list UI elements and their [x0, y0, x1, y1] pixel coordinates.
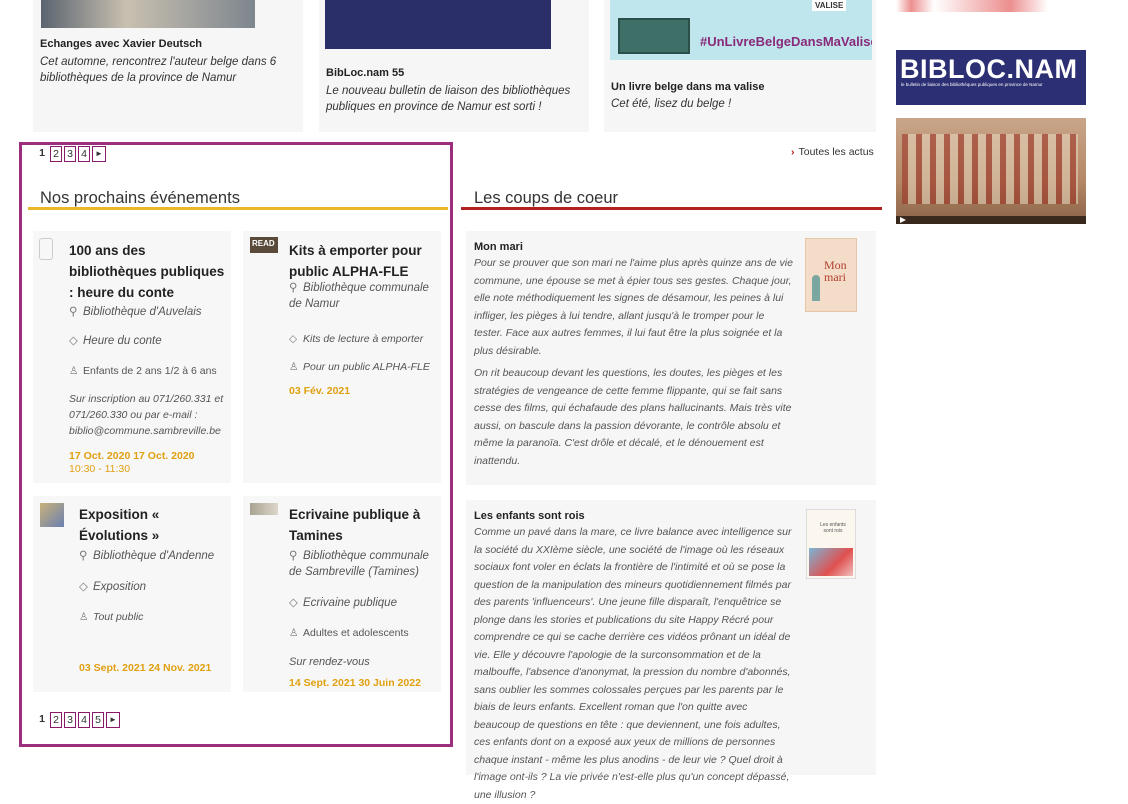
books-section-title: Les coups de coeur [474, 189, 619, 207]
event-thumbnail[interactable]: READ [250, 237, 278, 253]
map-pin-icon: ⚲ [69, 306, 78, 318]
event-placeholder-icon [39, 238, 53, 260]
news-image[interactable]: VALISE #UnLivreBelgeDansMaValise [610, 0, 872, 60]
book-cover-image [809, 548, 853, 576]
sidebar-logo-partial[interactable] [896, 0, 1086, 14]
event-note: Sur inscription au 071/260.331 et 071/26… [69, 393, 224, 437]
event-location: ⚲ Bibliothèque communale de Sambreville (… [289, 550, 429, 578]
event-title[interactable]: Ecrivaine publique à Tamines [289, 504, 439, 546]
event-category: ◇ Ecrivaine publique [289, 597, 397, 609]
map-pin-icon: ⚲ [79, 550, 88, 562]
user-icon: ♙ [79, 611, 89, 623]
news-image[interactable] [41, 0, 255, 28]
event-time: 10:30 - 11:30 [69, 463, 131, 475]
page-link-1[interactable]: 1 [36, 712, 48, 728]
event-card[interactable]: Exposition « Évolutions » ⚲ Bibliothèque … [33, 496, 231, 692]
book-cover-title: Les enfants sont rois [820, 522, 846, 534]
event-title[interactable]: 100 ans des bibliothèques publiques : he… [69, 240, 229, 303]
page-link-3[interactable]: 3 [64, 712, 76, 728]
tag-icon: ◇ [79, 581, 88, 593]
thumbnail-text: READ [252, 239, 275, 248]
event-card[interactable]: Ecrivaine publique à Tamines ⚲ Bibliothèq… [243, 496, 441, 692]
event-card[interactable]: 100 ans des bibliothèques publiques : he… [33, 231, 231, 483]
book-cover-title: Mon mari [824, 258, 847, 284]
news-title[interactable]: Un livre belge dans ma valise [611, 81, 764, 93]
news-title[interactable]: BibLoc.nam 55 [326, 67, 404, 79]
map-pin-icon: ⚲ [289, 550, 298, 562]
book-summary: On rit beaucoup devant les questions, le… [474, 367, 792, 467]
map-pin-icon: ⚲ [289, 282, 298, 294]
all-news-label: Toutes les actus [798, 146, 874, 158]
event-date: 17 Oct. 2020 17 Oct. 2020 [69, 450, 195, 462]
events-pagination: 1 2 3 4 5 ► [36, 712, 120, 728]
news-title[interactable]: Echanges avec Xavier Deutsch [40, 38, 202, 50]
banner-tag: VALISE [812, 0, 847, 11]
news-description: Cet automne, rencontrez l'auteur belge d… [40, 56, 277, 84]
user-icon: ♙ [289, 627, 299, 639]
banner-text: #UnLivreBelgeDansMaValise [700, 34, 872, 49]
news-card-bibloc[interactable]: BibLoc.nam 55 Le nouveau bulletin de lia… [319, 0, 589, 132]
bibloc-banner-subtitle: le bulletin de liaison des bibliothèques… [901, 82, 1043, 87]
event-note: Sur rendez-vous [289, 656, 370, 668]
page-link-2[interactable]: 2 [50, 712, 62, 728]
event-category: ◇ Heure du conte [69, 335, 162, 347]
page-link-4[interactable]: 4 [78, 712, 90, 728]
bibloc-banner-title: BIBLOC.NAM [900, 54, 1078, 84]
book-card[interactable]: Mon mari Pour se prouver que son mari ne… [466, 231, 876, 485]
tag-icon: ◇ [289, 333, 298, 345]
events-section-rule [28, 207, 448, 210]
event-title[interactable]: Kits à emporter pour public ALPHA-FLE [289, 240, 439, 282]
event-thumbnail[interactable] [250, 503, 278, 515]
user-icon: ♙ [69, 365, 79, 377]
event-location: ⚲ Bibliothèque d'Auvelais [69, 306, 202, 318]
event-title[interactable]: Exposition « Évolutions » [79, 504, 229, 546]
event-location: ⚲ Bibliothèque communale de Namur [289, 282, 429, 310]
user-icon: ♙ [289, 361, 299, 373]
book-summary: Pour se prouver que son mari ne l'aime p… [474, 257, 793, 357]
event-thumbnail[interactable] [40, 503, 64, 527]
book-card[interactable]: Les enfants sont rois Comme un pavé dans… [466, 500, 876, 801]
book-cover-figure [812, 275, 820, 301]
event-audience: ♙ Enfants de 2 ans 1/2 à 6 ans [69, 365, 217, 377]
sidebar-video[interactable] [896, 118, 1086, 224]
page-link-5[interactable]: 5 [92, 712, 104, 728]
event-category: ◇ Kits de lecture à emporter [289, 333, 424, 345]
play-icon[interactable] [900, 217, 906, 223]
event-date: 03 Fév. 2021 [289, 385, 351, 397]
event-audience: ♙ Tout public [79, 611, 144, 623]
event-card[interactable]: READ Kits à emporter pour public ALPHA-F… [243, 231, 441, 483]
book-title[interactable]: Mon mari [474, 241, 523, 253]
video-shelves [902, 134, 1078, 204]
news-image[interactable] [325, 0, 551, 49]
tag-icon: ◇ [69, 335, 78, 347]
event-category: ◇ Exposition [79, 581, 147, 593]
event-audience: ♙ Pour un public ALPHA-FLE [289, 361, 430, 373]
video-controls[interactable] [896, 216, 1086, 224]
news-card-xavier-deutsch[interactable]: Echanges avec Xavier Deutsch Cet automne… [33, 0, 303, 132]
news-card-livre-belge[interactable]: VALISE #UnLivreBelgeDansMaValise Un livr… [604, 0, 876, 132]
event-date: 14 Sept. 2021 30 Juin 2022 [289, 677, 421, 689]
chevron-right-icon: › [791, 146, 795, 158]
event-audience: ♙ Adultes et adolescents [289, 627, 409, 639]
tag-icon: ◇ [289, 597, 298, 609]
events-section-title: Nos prochains événements [40, 189, 240, 207]
all-news-link[interactable]: › Toutes les actus [791, 146, 874, 158]
event-location: ⚲ Bibliothèque d'Andenne [79, 550, 215, 562]
bibloc-banner[interactable]: BIBLOC.NAM le bulletin de liaison des bi… [896, 50, 1086, 105]
news-description: Cet été, lisez du belge ! [611, 98, 732, 110]
book-title[interactable]: Les enfants sont rois [474, 510, 585, 522]
event-date: 03 Sept. 2021 24 Nov. 2021 [79, 662, 212, 674]
suitcase-illustration [618, 18, 690, 54]
news-description: Le nouveau bulletin de liaison des bibli… [326, 85, 571, 113]
book-summary: Comme un pavé dans la mare, ce livre bal… [474, 526, 792, 801]
books-section-rule [461, 207, 882, 210]
next-page-button[interactable]: ► [106, 712, 120, 728]
book-cover[interactable]: Les enfants sont rois [806, 509, 856, 579]
book-cover[interactable]: Mon mari [805, 238, 857, 312]
